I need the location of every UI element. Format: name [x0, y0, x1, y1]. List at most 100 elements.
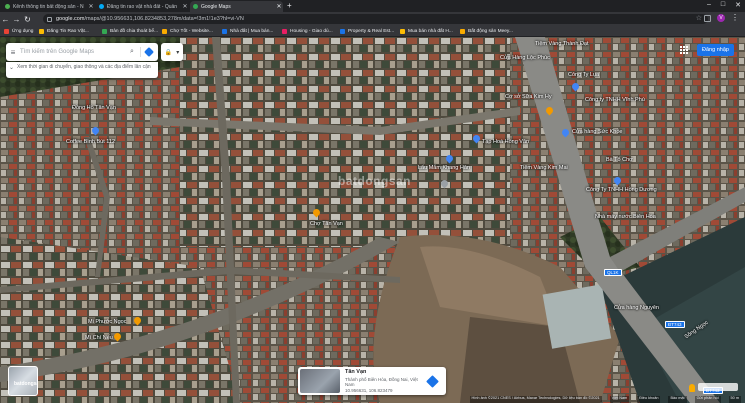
maps-search-box: ≡ Tìm kiếm trên Google Maps ⌕ — [6, 43, 158, 61]
browser-toolbar: ← → ↻ google.com/maps/@10.956631,106.823… — [0, 12, 745, 26]
place-label[interactable]: Tiệm Vàng Kim Mai — [520, 165, 568, 171]
place-label[interactable]: Bà Tổ Chợ — [606, 157, 633, 163]
bookmark-star-icon[interactable]: ☆ — [696, 14, 702, 24]
map-layer-toggle[interactable]: batdongsan — [8, 366, 38, 396]
search-icon[interactable]: ⌕ — [127, 48, 137, 56]
place-label[interactable]: Lẩu Mắm Khang Hân — [418, 165, 470, 171]
attribution: Hình ảnh ©2021 CNES / Airbus, Maxar Tech… — [469, 396, 602, 403]
close-tab-icon[interactable]: ✕ — [275, 3, 283, 10]
lock-icon: 🔒 — [164, 49, 173, 56]
directions-icon[interactable] — [144, 47, 154, 57]
bookmark-item[interactable]: Property & Real Est... — [340, 29, 394, 34]
road-shield: QL1K — [604, 269, 622, 276]
tab-favicon-icon — [193, 4, 198, 9]
zoom-controls[interactable] — [698, 383, 738, 391]
place-label[interactable]: Công ty TNHH Vĩnh Phú — [585, 97, 645, 103]
pegman-icon[interactable] — [689, 384, 695, 392]
search-input[interactable]: Tìm kiếm trên Google Maps — [20, 49, 127, 55]
minimize-button[interactable]: – — [707, 1, 711, 9]
bookmark-item[interactable]: Bản đồ chia thoát bể... — [102, 29, 158, 34]
tab-title: Google Maps — [201, 3, 231, 10]
bookmark-item[interactable]: Đăng Tin Rao Vặt... — [39, 29, 89, 34]
bookmark-favicon-icon — [340, 29, 345, 34]
tab-dangtin[interactable]: Đăng tin rao vặt nhà đất - Quản ✕ — [96, 1, 189, 12]
back-arrow-icon[interactable]: ← — [0, 15, 11, 24]
place-title: Tân Vạn — [345, 369, 367, 375]
scale-label[interactable]: 50 m — [728, 396, 741, 403]
profile-avatar[interactable]: V — [717, 14, 725, 22]
satellite-map[interactable]: ≡ Tìm kiếm trên Google Maps ⌕ 🔒 ▾ ⌄ Xem … — [0, 37, 745, 403]
forward-arrow-icon[interactable]: → — [11, 15, 22, 24]
place-label[interactable]: Công Ty TNHH Hồng Dương — [586, 187, 657, 193]
toggle-watermark: batdongsan — [14, 381, 37, 387]
travel-hint-text: Xem thời gian di chuyển, giao thông và c… — [17, 64, 151, 70]
place-label[interactable]: Cơ sở Sữa Kim Hy — [505, 94, 552, 100]
place-label[interactable]: Công Ty Lụa — [568, 72, 599, 78]
new-tab-button[interactable]: + — [287, 1, 292, 11]
apps-grid-icon — [4, 29, 9, 34]
tab-title: Kênh thông tin bất động sản - N — [13, 3, 84, 10]
close-tab-icon[interactable]: ✕ — [87, 3, 95, 10]
extensions-puzzle-icon[interactable] — [704, 14, 711, 22]
google-apps-icon[interactable] — [680, 46, 688, 54]
place-label[interactable]: Cửa hàng Nguyên — [614, 305, 659, 311]
road-shield: ĐT743 — [665, 321, 685, 328]
tab-favicon-icon — [5, 4, 10, 9]
bookmarks-bar: Ứng dụng Đăng Tin Rao Vặt... Bản đồ chia… — [0, 26, 745, 37]
bookmark-favicon-icon — [162, 29, 167, 34]
place-label[interactable]: Đồng Hồ Tân Vạn — [72, 105, 116, 111]
tab-strip: Kênh thông tin bất động sản - N ✕ Đăng t… — [0, 0, 745, 12]
bookmark-favicon-icon — [222, 29, 227, 34]
terms-link[interactable]: Điều khoản — [637, 396, 661, 403]
place-thumbnail[interactable] — [300, 369, 340, 393]
chevron-down-icon: ⌄ — [9, 65, 15, 71]
tab-title: Đăng tin rao vặt nhà đất - Quản — [107, 3, 178, 10]
more-menu-icon[interactable]: ⋮ — [731, 14, 739, 22]
bookmark-item[interactable]: Housing - Giao dù... — [282, 29, 333, 34]
bookmark-item[interactable]: Bất động sản Meey... — [460, 29, 513, 34]
bookmark-favicon-icon — [39, 29, 44, 34]
sign-in-button[interactable]: Đăng nhập — [697, 44, 734, 56]
place-address: Thành phố Biên Hòa, Đồng Nai, Việt Nam — [345, 377, 418, 387]
place-label[interactable]: Coffee Bình Bút 112 — [66, 139, 115, 145]
close-tab-icon[interactable]: ✕ — [181, 3, 189, 10]
lock-icon — [47, 16, 52, 22]
bookmark-favicon-icon — [460, 29, 465, 34]
region: Việt Nam — [609, 396, 630, 403]
chevron-down-icon: ▾ — [176, 49, 180, 56]
url-host: google.com — [56, 16, 85, 22]
tab-favicon-icon — [99, 4, 104, 9]
address-bar[interactable]: google.com/maps/@10.956631,106.8234853,2… — [43, 14, 708, 24]
privacy-link[interactable]: Bảo mật — [668, 396, 687, 403]
poi-filter-button[interactable]: 🔒 ▾ — [161, 43, 183, 61]
maximize-button[interactable]: □ — [721, 1, 725, 9]
bookmark-item[interactable]: Mua bán nhà đất H... — [400, 29, 453, 34]
directions-icon[interactable] — [426, 374, 439, 388]
tab-google-maps[interactable]: Google Maps ✕ — [190, 1, 283, 12]
place-label[interactable]: Nhà máy nước Biên Hòa — [595, 214, 656, 220]
place-info-card[interactable]: Tân Vạn Thành phố Biên Hòa, Đồng Nai, Vi… — [298, 367, 446, 395]
hamburger-menu-icon[interactable]: ≡ — [6, 48, 20, 57]
bookmark-favicon-icon — [282, 29, 287, 34]
url-path: /maps/@10.956631,106.8234853,278m/data=!… — [84, 16, 244, 22]
window-controls: – □ ✕ — [707, 1, 741, 9]
travel-info-panel[interactable]: ⌄ Xem thời gian di chuyển, giao thông và… — [6, 62, 158, 78]
place-label[interactable]: Tạp Hoá Hồng Vân — [482, 139, 529, 145]
place-label[interactable]: Chợ Tân Vạn — [310, 221, 343, 227]
place-label[interactable]: Tiệm Vàng Thành Đạt — [535, 41, 589, 47]
bookmark-favicon-icon — [400, 29, 405, 34]
place-coords: 10.956631, 106.823479 — [345, 388, 393, 393]
bookmark-apps[interactable]: Ứng dụng — [4, 29, 33, 34]
place-label[interactable]: Cửa hàng Sức Khỏe — [572, 129, 622, 135]
place-label[interactable]: Mì Chí Nếu — [85, 335, 113, 341]
bookmark-item[interactable]: Chợ Tốt - Website... — [162, 29, 213, 34]
bookmark-favicon-icon — [102, 29, 107, 34]
tab-batdongsan[interactable]: Kênh thông tin bất động sản - N ✕ — [2, 1, 95, 12]
feedback-link[interactable]: Gửi phản hồi — [694, 396, 721, 403]
close-window-button[interactable]: ✕ — [735, 1, 741, 9]
reload-icon[interactable]: ↻ — [22, 15, 33, 24]
place-label[interactable]: Cửa Hàng Lộc Phúc — [500, 55, 550, 61]
bookmark-item[interactable]: Nhà đất | Mua bán... — [222, 29, 273, 34]
satellite-imagery — [0, 37, 745, 403]
place-label[interactable]: Mi Phước Ngọc — [88, 319, 126, 325]
